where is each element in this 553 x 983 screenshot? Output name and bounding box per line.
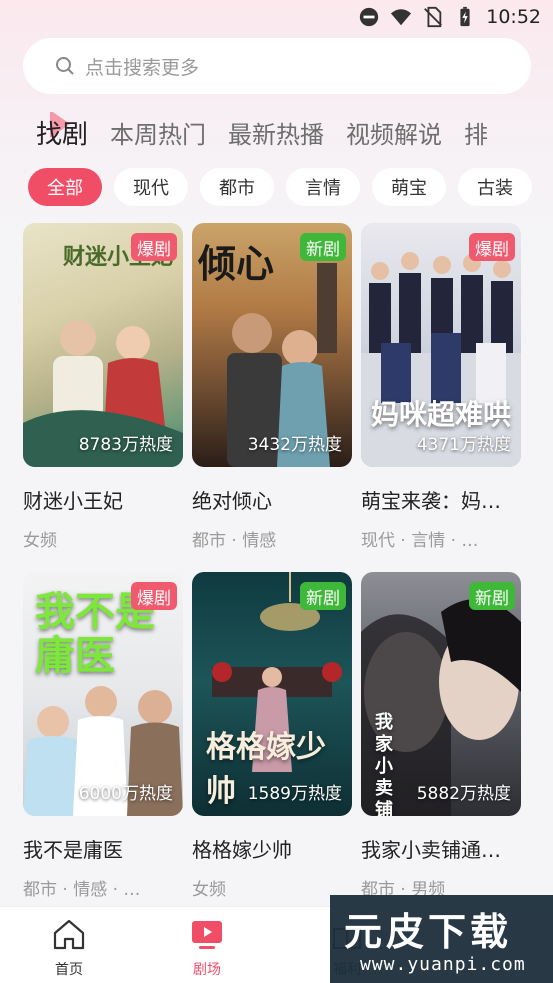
drama-title: 格格嫁少帅 [192,838,292,862]
watermark-url: www.yuanpi.com [360,954,526,975]
chip-romance[interactable]: 言情 [286,168,360,206]
drama-poster[interactable]: 妈咪超难哄 爆剧 4371万热度 [361,223,521,467]
drama-tags: 都市 · 情感 · … [23,880,141,900]
chip-cute-baby[interactable]: 萌宝 [372,168,446,206]
drama-card[interactable]: 我家小卖铺通天 新剧 5882万热度 我家小卖铺通… 都市 · 男频 [361,572,521,900]
heat-count: 4371万热度 [416,435,511,455]
drama-title: 我家小卖铺通… [361,838,501,862]
chip-urban[interactable]: 都市 [200,168,274,206]
new-badge: 新剧 [300,233,346,261]
drama-poster[interactable]: 我不是庸医 爆剧 6000万热度 [23,572,183,816]
heat-count: 3432万热度 [247,435,342,455]
poster-title-art: 我家小卖铺通天 [375,712,393,816]
minus-circle-icon [360,7,379,27]
nav-home[interactable]: 首页 [34,917,104,979]
heat-count: 8783万热度 [78,435,173,455]
drama-poster[interactable]: 倾心 新剧 3432万热度 [192,223,352,467]
tab-weekly-hot[interactable]: 本周热门 [110,112,206,158]
drama-tags: 女频 [23,531,57,551]
chip-all[interactable]: 全部 [28,168,102,206]
watermark: 元皮下载 www.yuanpi.com [330,895,553,983]
nav-theater[interactable]: 剧场 [172,917,242,979]
drama-card[interactable]: 妈咪超难哄 爆剧 4371万热度 萌宝来袭：妈… 现代 · 言情 · … [361,223,521,551]
hot-badge: 爆剧 [131,233,177,261]
hot-badge: 爆剧 [469,233,515,261]
search-icon [56,57,74,75]
tab-find-drama[interactable]: 找剧 [36,112,88,158]
drama-poster[interactable]: 财迷小王妃 爆剧 8783万热度 [23,223,183,467]
tab-video-commentary[interactable]: 视频解说 [346,112,442,158]
search-placeholder: 点击搜索更多 [85,56,200,79]
filter-chips: 全部 现代 都市 言情 萌宝 古装 [28,168,532,206]
chip-modern[interactable]: 现代 [114,168,188,206]
drama-card[interactable]: 倾心 新剧 3432万热度 绝对倾心 都市 · 情感 [192,223,352,551]
tab-latest[interactable]: 最新热播 [228,112,324,158]
heat-count: 1589万热度 [247,784,342,804]
nav-home-label: 首页 [55,962,83,978]
search-bar[interactable]: 点击搜索更多 [23,38,531,94]
battery-icon [460,6,470,27]
tv-play-icon [192,921,222,949]
heat-count: 6000万热度 [78,784,173,804]
hot-badge: 爆剧 [131,582,177,610]
drama-card[interactable]: 格格嫁少帅 新剧 1589万热度 格格嫁少帅 女频 [192,572,352,900]
poster-title-art: 妈咪超难哄 [371,398,512,431]
drama-title: 我不是庸医 [23,838,123,862]
drama-tags: 都市 · 情感 [192,531,277,551]
tab-ranking[interactable]: 排 [464,112,488,158]
wifi-icon [391,9,412,26]
drama-card[interactable]: 财迷小王妃 爆剧 8783万热度 财迷小王妃 女频 [23,223,183,551]
home-icon [53,919,85,950]
watermark-logo: 元皮下载 [344,910,513,954]
drama-tags: 女频 [192,880,226,900]
drama-tags: 现代 · 言情 · … [361,531,479,551]
drama-title: 萌宝来袭：妈… [361,489,501,513]
status-bar: 10:52 [0,0,553,36]
no-sim-icon [424,6,443,28]
chip-costume[interactable]: 古装 [458,168,532,206]
drama-poster[interactable]: 我家小卖铺通天 新剧 5882万热度 [361,572,521,816]
new-badge: 新剧 [300,582,346,610]
drama-title: 财迷小王妃 [23,489,123,513]
drama-card[interactable]: 我不是庸医 爆剧 6000万热度 我不是庸医 都市 · 情感 · … [23,572,183,900]
poster-title-art: 倾心 [198,242,275,286]
heat-count: 5882万热度 [416,784,511,804]
new-badge: 新剧 [469,582,515,610]
nav-theater-label: 剧场 [193,962,221,978]
drama-poster[interactable]: 格格嫁少帅 新剧 1589万热度 [192,572,352,816]
category-tabs: 找剧 本周热门 最新热播 视频解说 排 [36,112,553,158]
drama-title: 绝对倾心 [192,489,272,513]
status-time: 10:52 [486,6,541,28]
